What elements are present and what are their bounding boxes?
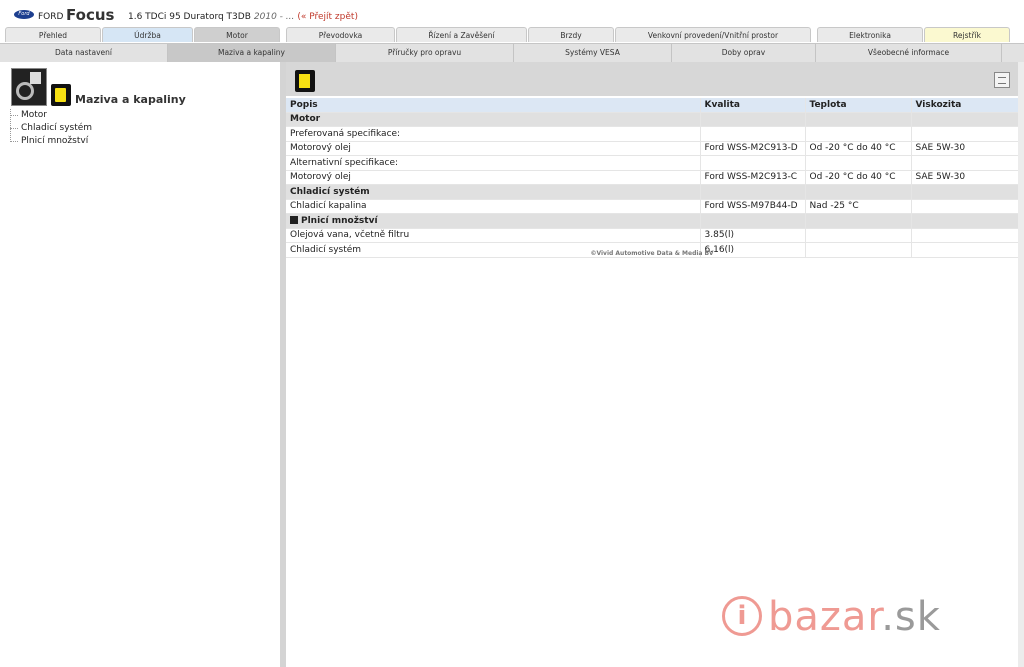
cell-popis: Preferovaná specifikace: (286, 126, 701, 142)
tab-venkovni[interactable]: Venkovní provedení/Vnitřní prostor (615, 27, 811, 42)
cell-text: Plnicí množství (301, 215, 378, 226)
app-header: Ford FORD Focus 1.6 TDCi 95 Duratorq T3D… (0, 0, 1024, 27)
ford-logo-icon: Ford (14, 10, 34, 19)
subtab-data-nastaveni[interactable]: Data nastavení (0, 44, 168, 62)
col-viskozita: Viskozita (911, 98, 1019, 113)
variant-label: 1.6 TDCi 95 Duratorq T3DB 2010 - ... (« Př… (128, 12, 358, 22)
main-toolbar (286, 62, 1018, 96)
main-panel: Popis Kvalita Teplota Viskozita Motor Pre… (286, 62, 1019, 667)
right-scrollbar[interactable] (1018, 62, 1024, 667)
table-row: Motorový olej Ford WSS-M2C913-C Od -20 °C … (286, 170, 1019, 185)
subtab-vseobecne[interactable]: Všeobecné informace (816, 44, 1002, 62)
subtab-prirucky[interactable]: Příručky pro opravu (336, 44, 514, 62)
cell-teplota: Nad -25 °C (805, 199, 912, 214)
sidebar-item-plnici-mnozstvi[interactable]: Plnicí množství (10, 135, 92, 148)
table-section-row: Plnicí množství (286, 213, 1019, 229)
cell-teplota (805, 213, 912, 229)
sub-tab-bar: Data nastavení Maziva a kapaliny Příručk… (0, 43, 1024, 63)
lubricants-table: Popis Kvalita Teplota Viskozita Motor Pre… (286, 98, 1019, 258)
oil-can-icon (51, 84, 71, 106)
cell-viskozita (911, 184, 1019, 200)
table-row: Preferovaná specifikace: (286, 126, 1019, 142)
cell-kvalita: 3.85(l) (700, 228, 806, 243)
cell-teplota (805, 184, 912, 200)
col-kvalita: Kvalita (700, 98, 806, 113)
cell-popis: Motor (286, 112, 701, 127)
table-section-row: Chladicí systém (286, 184, 1019, 200)
cell-viskozita (911, 126, 1019, 142)
cell-kvalita (700, 155, 806, 171)
cell-popis: Chladicí systém (286, 184, 701, 200)
cell-teplota (805, 126, 912, 142)
main-tab-bar: Přehled Údržba Motor Převodovka Řízení a… (5, 27, 1019, 43)
cell-kvalita (700, 213, 806, 229)
cell-teplota (805, 228, 912, 243)
brand-label: FORD (38, 12, 64, 22)
copyright: ©Vivid Automotive Data & Media BV (590, 250, 714, 257)
cell-viskozita (911, 155, 1019, 171)
model-year: 2010 - ... (253, 12, 295, 22)
table-row: Motorový olej Ford WSS-M2C913-D Od -20 °C … (286, 141, 1019, 156)
tab-rejstrik[interactable]: Rejstřík (924, 27, 1010, 42)
print-icon[interactable] (994, 72, 1010, 88)
cell-kvalita (700, 126, 806, 142)
cell-popis: Olejová vana, včetně filtru (286, 228, 701, 243)
tab-prevodovka[interactable]: Převodovka (286, 27, 395, 42)
quantity-icon (290, 215, 298, 224)
table-row: Alternativní specifikace: (286, 155, 1019, 171)
cell-kvalita (700, 112, 806, 127)
cell-popis: Motorový olej (286, 141, 701, 156)
sidebar: Maziva a kapaliny Motor Chladicí systém … (0, 62, 286, 667)
cell-popis: Motorový olej (286, 170, 701, 185)
watermark-text: bazar.sk (768, 594, 941, 640)
watermark-ext: .sk (881, 594, 941, 640)
cell-viskozita: SAE 5W-30 (911, 170, 1019, 185)
cell-viskozita (911, 228, 1019, 243)
model-title: Focus (66, 6, 115, 24)
sidebar-tree: Motor Chladicí systém Plnicí množství (10, 109, 92, 148)
cell-kvalita (700, 184, 806, 200)
cell-viskozita (911, 112, 1019, 127)
subtab-doby-oprav[interactable]: Doby oprav (672, 44, 816, 62)
subtab-maziva[interactable]: Maziva a kapaliny (168, 44, 336, 62)
tab-brzdy[interactable]: Brzdy (528, 27, 614, 42)
back-link[interactable]: (« Přejít zpět) (297, 12, 358, 22)
cell-popis: Chladicí kapalina (286, 199, 701, 214)
watermark-name: bazar (768, 594, 882, 640)
cell-teplota: Od -20 °C do 40 °C (805, 141, 912, 156)
cell-popis: Alternativní specifikace: (286, 155, 701, 171)
tab-rizeni[interactable]: Řízení a Zavěšení (396, 27, 527, 42)
sidebar-title: Maziva a kapaliny (75, 93, 186, 106)
tab-udrzba[interactable]: Údržba (102, 27, 193, 42)
table-row: Olejová vana, včetně filtru 3.85(l) (286, 228, 1019, 243)
col-teplota: Teplota (805, 98, 912, 113)
variant-name: 1.6 TDCi 95 Duratorq T3DB (128, 12, 251, 22)
cell-kvalita: Ford WSS-M2C913-D (700, 141, 806, 156)
cell-viskozita (911, 199, 1019, 214)
table-header-row: Popis Kvalita Teplota Viskozita (286, 98, 1019, 113)
cell-popis: Plnicí množství (286, 213, 701, 229)
info-icon: i (722, 596, 762, 636)
cell-viskozita (911, 213, 1019, 229)
col-popis: Popis (286, 98, 701, 113)
sidebar-item-chladici-system[interactable]: Chladicí systém (10, 122, 92, 135)
table-section-row: Motor (286, 112, 1019, 127)
tab-prehled[interactable]: Přehled (5, 27, 101, 42)
cell-kvalita: Ford WSS-M97B44-D (700, 199, 806, 214)
cell-viskozita: SAE 5W-30 (911, 141, 1019, 156)
cell-teplota (805, 112, 912, 127)
tab-motor[interactable]: Motor (194, 27, 280, 42)
engine-icon (11, 68, 47, 106)
cell-teplota (805, 155, 912, 171)
oil-can-icon (295, 70, 315, 92)
subtab-vesa[interactable]: Systémy VESA (514, 44, 672, 62)
cell-teplota: Od -20 °C do 40 °C (805, 170, 912, 185)
tab-elektronika[interactable]: Elektronika (817, 27, 923, 42)
cell-kvalita: Ford WSS-M2C913-C (700, 170, 806, 185)
sidebar-item-motor[interactable]: Motor (10, 109, 92, 122)
table-row: Chladicí kapalina Ford WSS-M97B44-D Nad -2… (286, 199, 1019, 214)
